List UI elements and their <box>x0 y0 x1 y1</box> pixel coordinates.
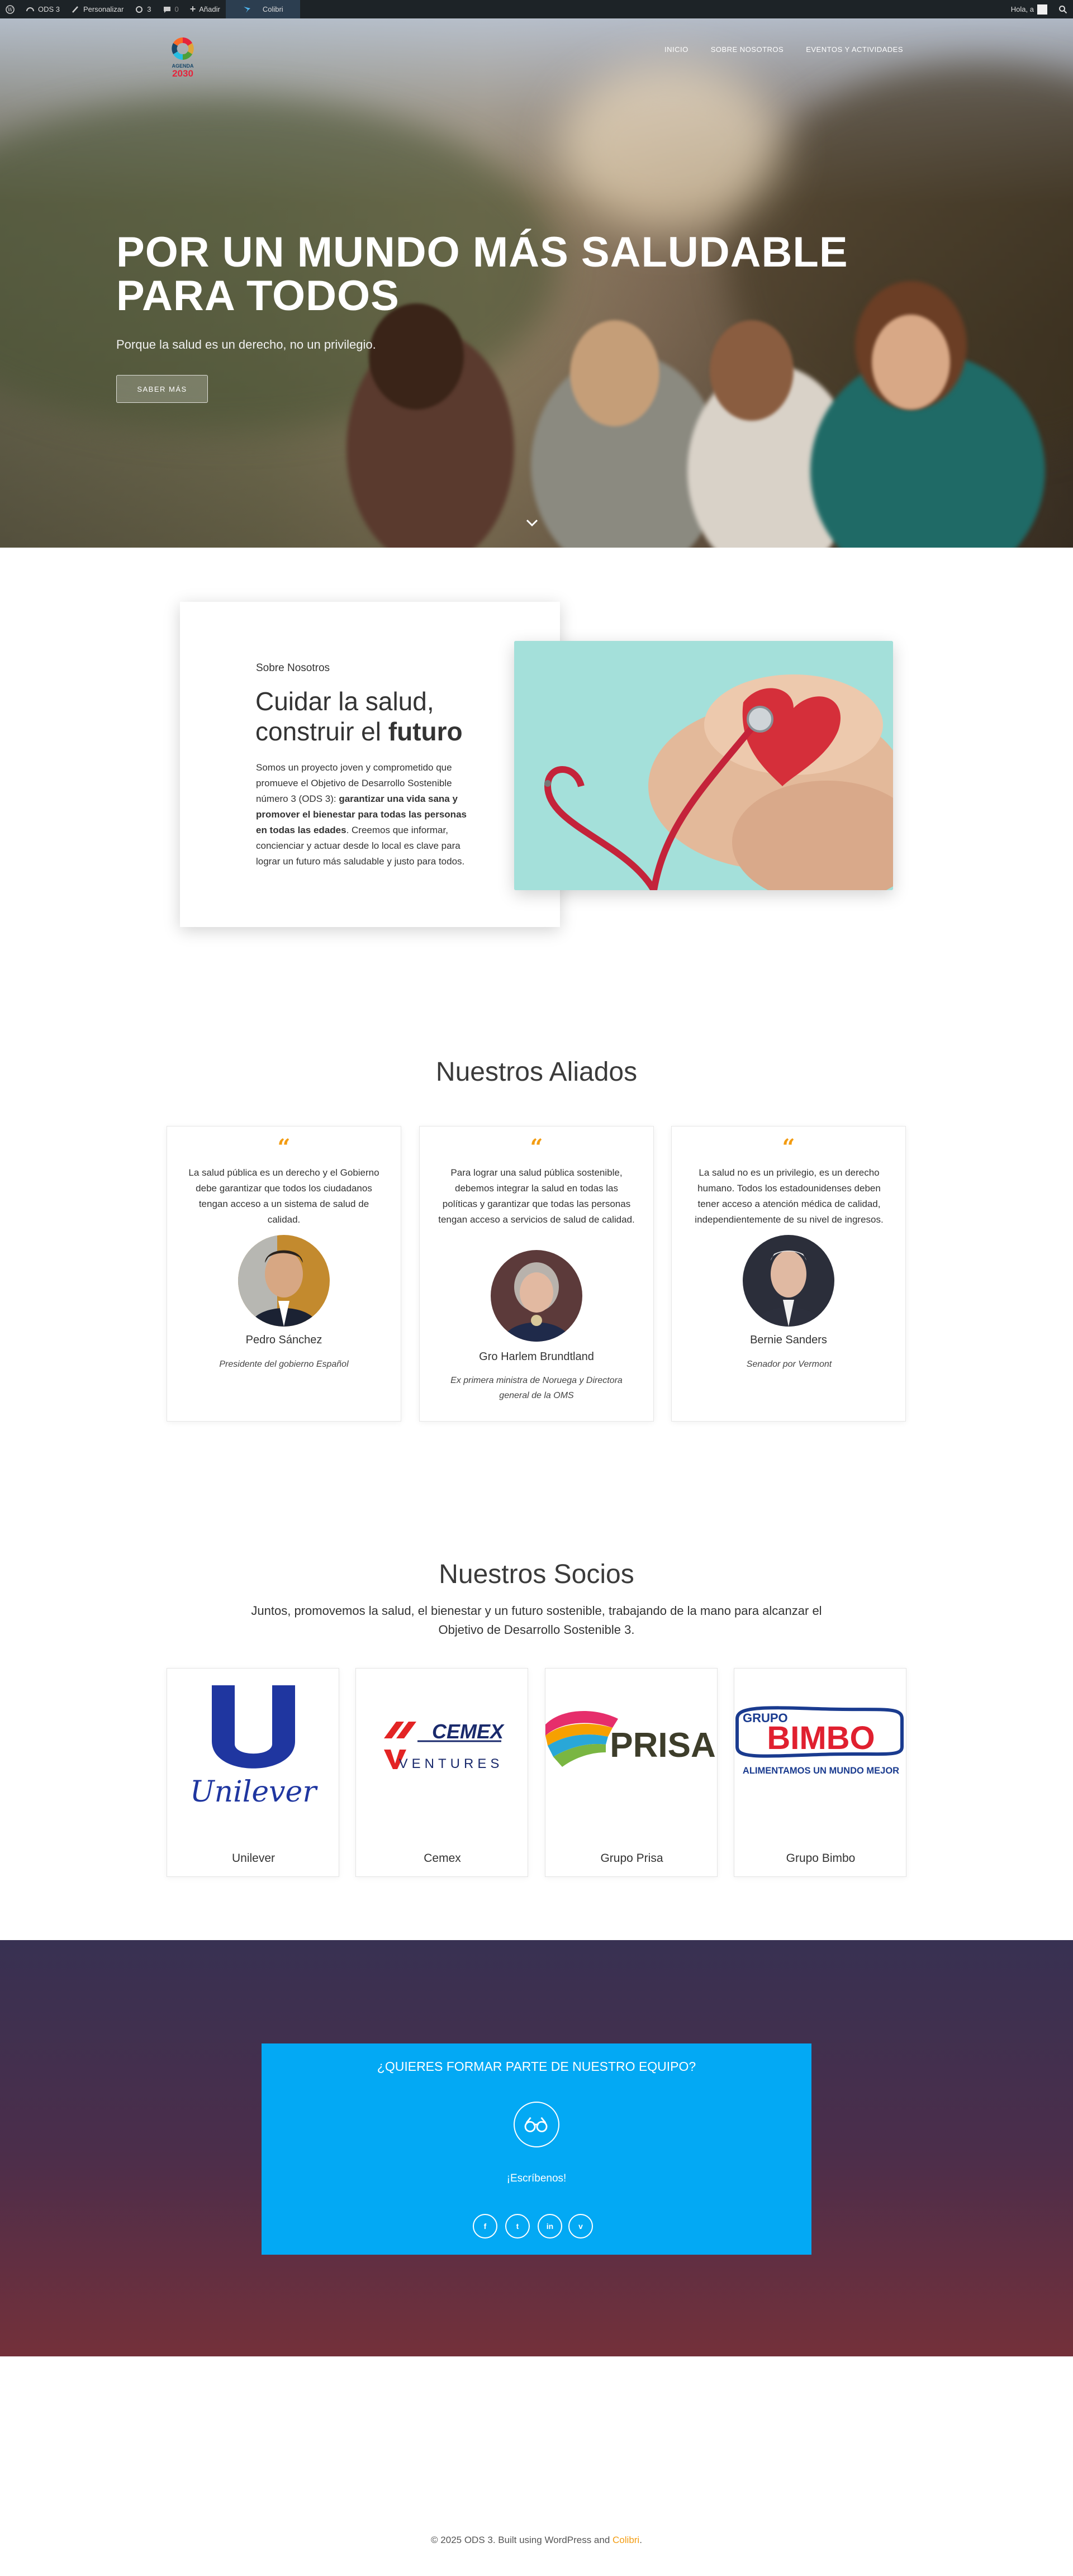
customize-link[interactable]: Personalizar <box>65 0 129 18</box>
colibri-bird-icon <box>243 6 250 13</box>
about-title-bold: futuro <box>388 717 463 746</box>
site-logo[interactable]: AGENDA 2030 <box>166 32 200 80</box>
quote-icon: “ <box>277 1134 291 1161</box>
cemex-ventures-text: VENTURES <box>399 1756 504 1771</box>
hero-person <box>872 315 950 410</box>
avatar <box>1037 4 1047 15</box>
hero-person <box>570 320 659 426</box>
instagram-icon[interactable]: in <box>538 2214 562 2238</box>
footer-end: . <box>639 2535 642 2545</box>
main-nav: INICIO SOBRE NOSOTROS EVENTOS Y ACTIVIDA… <box>664 45 903 54</box>
testimonial-role: Senador por Vermont <box>746 1360 832 1369</box>
about-text: Somos un proyecto joven y comprometido q… <box>256 760 479 869</box>
brush-icon <box>72 6 78 13</box>
footer-colibri-link[interactable]: Colibri <box>613 2535 639 2545</box>
hero-title: POR UN MUNDO MÁS SALUDABLE PARA TODOS <box>116 231 899 318</box>
hero-title-line2: PARA TODOS <box>116 272 400 320</box>
quote-icon: “ <box>782 1134 795 1161</box>
nav-item-sobre-nosotros[interactable]: SOBRE NOSOTROS <box>711 45 784 54</box>
partner-card-unilever[interactable]: Unilever Unilever <box>167 1668 339 1877</box>
footer-text: © 2025 ODS 3. Built using WordPress and <box>431 2535 610 2545</box>
cta-title: ¿QUIERES FORMAR PARTE DE NUESTRO EQUIPO? <box>377 2059 696 2074</box>
partners-subtitle: Juntos, promovemos la salud, el bienesta… <box>251 1604 822 1637</box>
partner-name: Grupo Bimbo <box>786 1852 856 1865</box>
about-title-part1: Cuidar la salud, <box>255 687 434 716</box>
unilever-logo: Unilever <box>190 1685 319 1809</box>
about-title-part2: construir el <box>255 717 381 746</box>
account-menu[interactable]: Hola, a <box>1005 0 1053 18</box>
about-label: Sobre Nosotros <box>256 662 330 674</box>
saber-mas-button[interactable]: SABER MÁS <box>116 375 208 403</box>
about-title: Cuidar la salud, construir el futuro <box>255 686 479 747</box>
testimonial-quote: La salud pública es un derecho y el Gobi… <box>188 1167 379 1225</box>
allies-title: Nuestros Aliados <box>435 1057 638 1087</box>
greeting: Hola, a <box>1010 5 1034 13</box>
admin-bar: W ODS 3 Personalizar 3 0 + Añadir Colibr… <box>0 0 1073 18</box>
cemex-ventures-logo: CEMEX VENTURES <box>384 1720 505 1771</box>
updates-count: 3 <box>147 5 151 13</box>
footer: © 2025 ODS 3. Built using WordPress and … <box>0 2535 1073 2546</box>
nav-item-eventos[interactable]: EVENTOS Y ACTIVIDADES <box>806 45 903 54</box>
hero-sun-glow <box>559 63 782 231</box>
partner-name: Unilever <box>231 1852 276 1865</box>
contact-link[interactable]: ¡Escríbenos! <box>262 2173 811 2185</box>
hero-person <box>710 320 794 421</box>
svg-text:W: W <box>7 7 13 13</box>
testimonial-quote: La salud no es un privilegio, es un dere… <box>695 1167 884 1225</box>
updates-link[interactable]: 3 <box>129 0 156 18</box>
testimonial-name: Bernie Sanders <box>750 1334 827 1346</box>
testimonial-role: Ex primera ministra de Noruega y Directo… <box>450 1376 623 1400</box>
bimbo-logo-text: BIMBO <box>767 1720 875 1756</box>
partner-name: Grupo Prisa <box>600 1852 663 1865</box>
dashboard-icon <box>26 7 34 11</box>
plus-icon: + <box>189 3 196 15</box>
search-icon[interactable] <box>1053 0 1073 18</box>
add-new-link[interactable]: + Añadir <box>184 0 226 18</box>
cta-box <box>262 2043 811 2255</box>
site-name-link[interactable]: ODS 3 <box>20 0 65 18</box>
twitter-icon[interactable]: t <box>505 2214 530 2238</box>
comments-count: 0 <box>174 5 179 13</box>
unilever-logo-text: Unilever <box>190 1775 319 1809</box>
partner-card-prisa[interactable]: PRISA Grupo Prisa <box>545 1668 718 1877</box>
partner-card-bimbo[interactable]: GRUPO BIMBO ALIMENTAMOS UN MUNDO MEJOR G… <box>734 1668 906 1877</box>
bimbo-slogan: ALIMENTAMOS UN MUNDO MEJOR <box>743 1766 899 1776</box>
refresh-icon <box>136 6 143 13</box>
theme-link[interactable]: Colibri <box>225 0 300 18</box>
quote-icon: “ <box>530 1134 543 1161</box>
theme-label: Colibri <box>262 5 283 13</box>
avatar-pedro-sanchez <box>238 1235 330 1327</box>
logo-text-bottom: 2030 <box>172 68 193 79</box>
comments-link[interactable]: 0 <box>157 0 184 18</box>
wordpress-logo-icon[interactable]: W <box>0 0 20 18</box>
testimonial-name: Gro Harlem Brundtland <box>479 1351 594 1363</box>
add-new-label: Añadir <box>199 5 220 13</box>
binoculars-icon <box>514 2102 559 2147</box>
partner-card-cemex[interactable]: CEMEX VENTURES Cemex <box>355 1668 528 1877</box>
hero-subtitle: Porque la salud es un derecho, no un pri… <box>116 338 376 351</box>
hero-section: AGENDA 2030 INICIO SOBRE NOSOTROS EVENTO… <box>0 18 1073 548</box>
grupo-bimbo-logo: GRUPO BIMBO ALIMENTAMOS UN MUNDO MEJOR <box>735 1706 904 1776</box>
hero-title-line1: POR UN MUNDO MÁS SALUDABLE <box>116 229 848 276</box>
prisa-logo: PRISA <box>545 1711 716 1767</box>
stethoscope-heart-image <box>514 641 893 890</box>
scroll-down-chevron-icon[interactable] <box>524 515 540 531</box>
customize-label: Personalizar <box>83 5 124 13</box>
testimonial-role: Presidente del gobierno Español <box>219 1360 349 1369</box>
comment-icon <box>163 6 170 13</box>
partner-name: Cemex <box>424 1852 461 1865</box>
prisa-logo-text: PRISA <box>610 1726 715 1765</box>
vimeo-icon[interactable]: v <box>568 2214 593 2238</box>
avatar-bernie-sanders <box>743 1235 834 1327</box>
nav-item-inicio[interactable]: INICIO <box>664 45 689 54</box>
partners-title: Nuestros Socios <box>439 1560 634 1589</box>
testimonial-name: Pedro Sánchez <box>245 1334 322 1346</box>
cemex-logo-text: CEMEX <box>432 1720 505 1743</box>
testimonial-quote: Para lograr una salud pública sostenible… <box>438 1167 635 1225</box>
facebook-icon[interactable]: f <box>473 2214 497 2238</box>
site-name: ODS 3 <box>38 5 60 13</box>
avatar-gro-harlem-brundtland <box>491 1250 582 1342</box>
